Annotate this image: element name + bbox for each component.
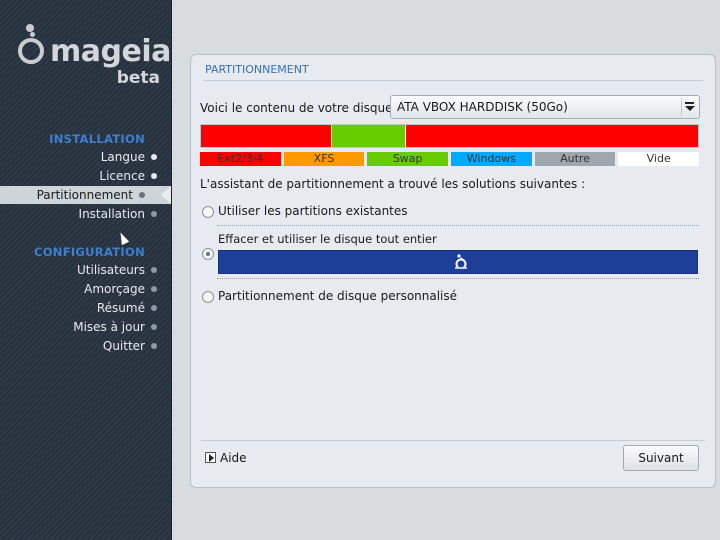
step-bullet-icon [151,286,157,292]
divider [201,440,705,441]
step-amorcage: Amorçage [0,280,157,298]
legend-item: XFS [283,152,365,166]
help-label: Aide [220,451,247,465]
step-bullet-icon [151,343,157,349]
step-label: Utilisateurs [77,263,145,277]
option-label: Effacer et utiliser le disque tout entie… [218,232,437,246]
legend-item: Autre [534,152,616,166]
option-erase-disk[interactable]: Effacer et utiliser le disque tout entie… [217,225,699,279]
partition-segment [201,125,331,147]
legend-item: Vide [618,152,700,166]
step-label: Résumé [96,301,145,315]
disk-select[interactable]: ATA VBOX HARDDISK (50Go) [390,95,700,119]
partitioning-panel: PARTITIONNEMENT Voici le contenu de votr… [190,54,716,488]
radio-existing[interactable] [202,206,214,218]
partition-segment [404,125,698,147]
step-installation: Installation [0,205,157,223]
step-utilisateurs: Utilisateurs [0,261,157,279]
legend-item: Windows [451,152,532,166]
mouse-cursor-icon [116,230,130,246]
step-bullet-icon [139,192,145,198]
assistant-text: L'assistant de partitionnement a trouvé … [200,177,586,191]
help-toggle[interactable]: Aide [205,451,247,465]
radio-erase[interactable] [202,248,214,260]
logo-text: mageia [50,34,171,69]
step-langue: Langue [0,148,157,166]
configuration-section-title: CONFIGURATION [33,245,145,259]
mageia-logo-icon [454,254,468,270]
step-label: Installation [78,207,145,221]
mageia-logo: mageia beta [16,24,171,94]
partition-segment [330,125,405,147]
logo-ring-icon [18,38,44,64]
step-label: Langue [100,150,145,164]
erase-disk-bar [218,250,698,274]
step-label: Mises à jour [73,320,145,334]
step-bullet-icon [151,267,157,273]
sidebar: mageia beta INSTALLATION Langue Licence … [0,0,172,540]
legend-item: Swap [367,152,449,166]
installation-section-title: INSTALLATION [49,132,145,146]
step-label: Partitionnement [36,188,133,202]
step-bullet-icon [151,305,157,311]
step-quitter: Quitter [0,337,157,355]
radio-custom[interactable] [202,291,214,303]
step-mises-a-jour: Mises à jour [0,318,157,336]
option-label: Utiliser les partitions existantes [218,204,408,218]
step-label: Amorçage [84,282,145,296]
step-resume: Résumé [0,299,157,317]
logo-subtitle: beta [116,68,160,88]
step-bullet-icon [151,154,157,160]
expander-arrow-icon [205,452,216,463]
partition-legend: Ext2/3/4 XFS Swap Windows Autre Vide [200,152,700,166]
step-label: Licence [99,169,145,183]
disk-label: Voici le contenu de votre disque [200,101,393,115]
logo-dot-small [30,32,35,37]
next-button[interactable]: Suivant [623,445,699,471]
step-bullet-icon [151,173,157,179]
partition-bar [200,124,699,148]
disk-select-value: ATA VBOX HARDDISK (50Go) [397,100,568,114]
logo-dot [26,24,34,32]
step-bullet-icon [151,211,157,217]
legend-item: Ext2/3/4 [200,152,281,166]
dropdown-arrow-icon [681,98,697,116]
step-licence: Licence [0,167,157,185]
step-label: Quitter [102,339,145,353]
step-partitionnement: Partitionnement [0,186,171,204]
panel-title: PARTITIONNEMENT [205,63,309,76]
divider [203,80,703,81]
step-bullet-icon [151,324,157,330]
option-label: Partitionnement de disque personnalisé [218,289,458,303]
